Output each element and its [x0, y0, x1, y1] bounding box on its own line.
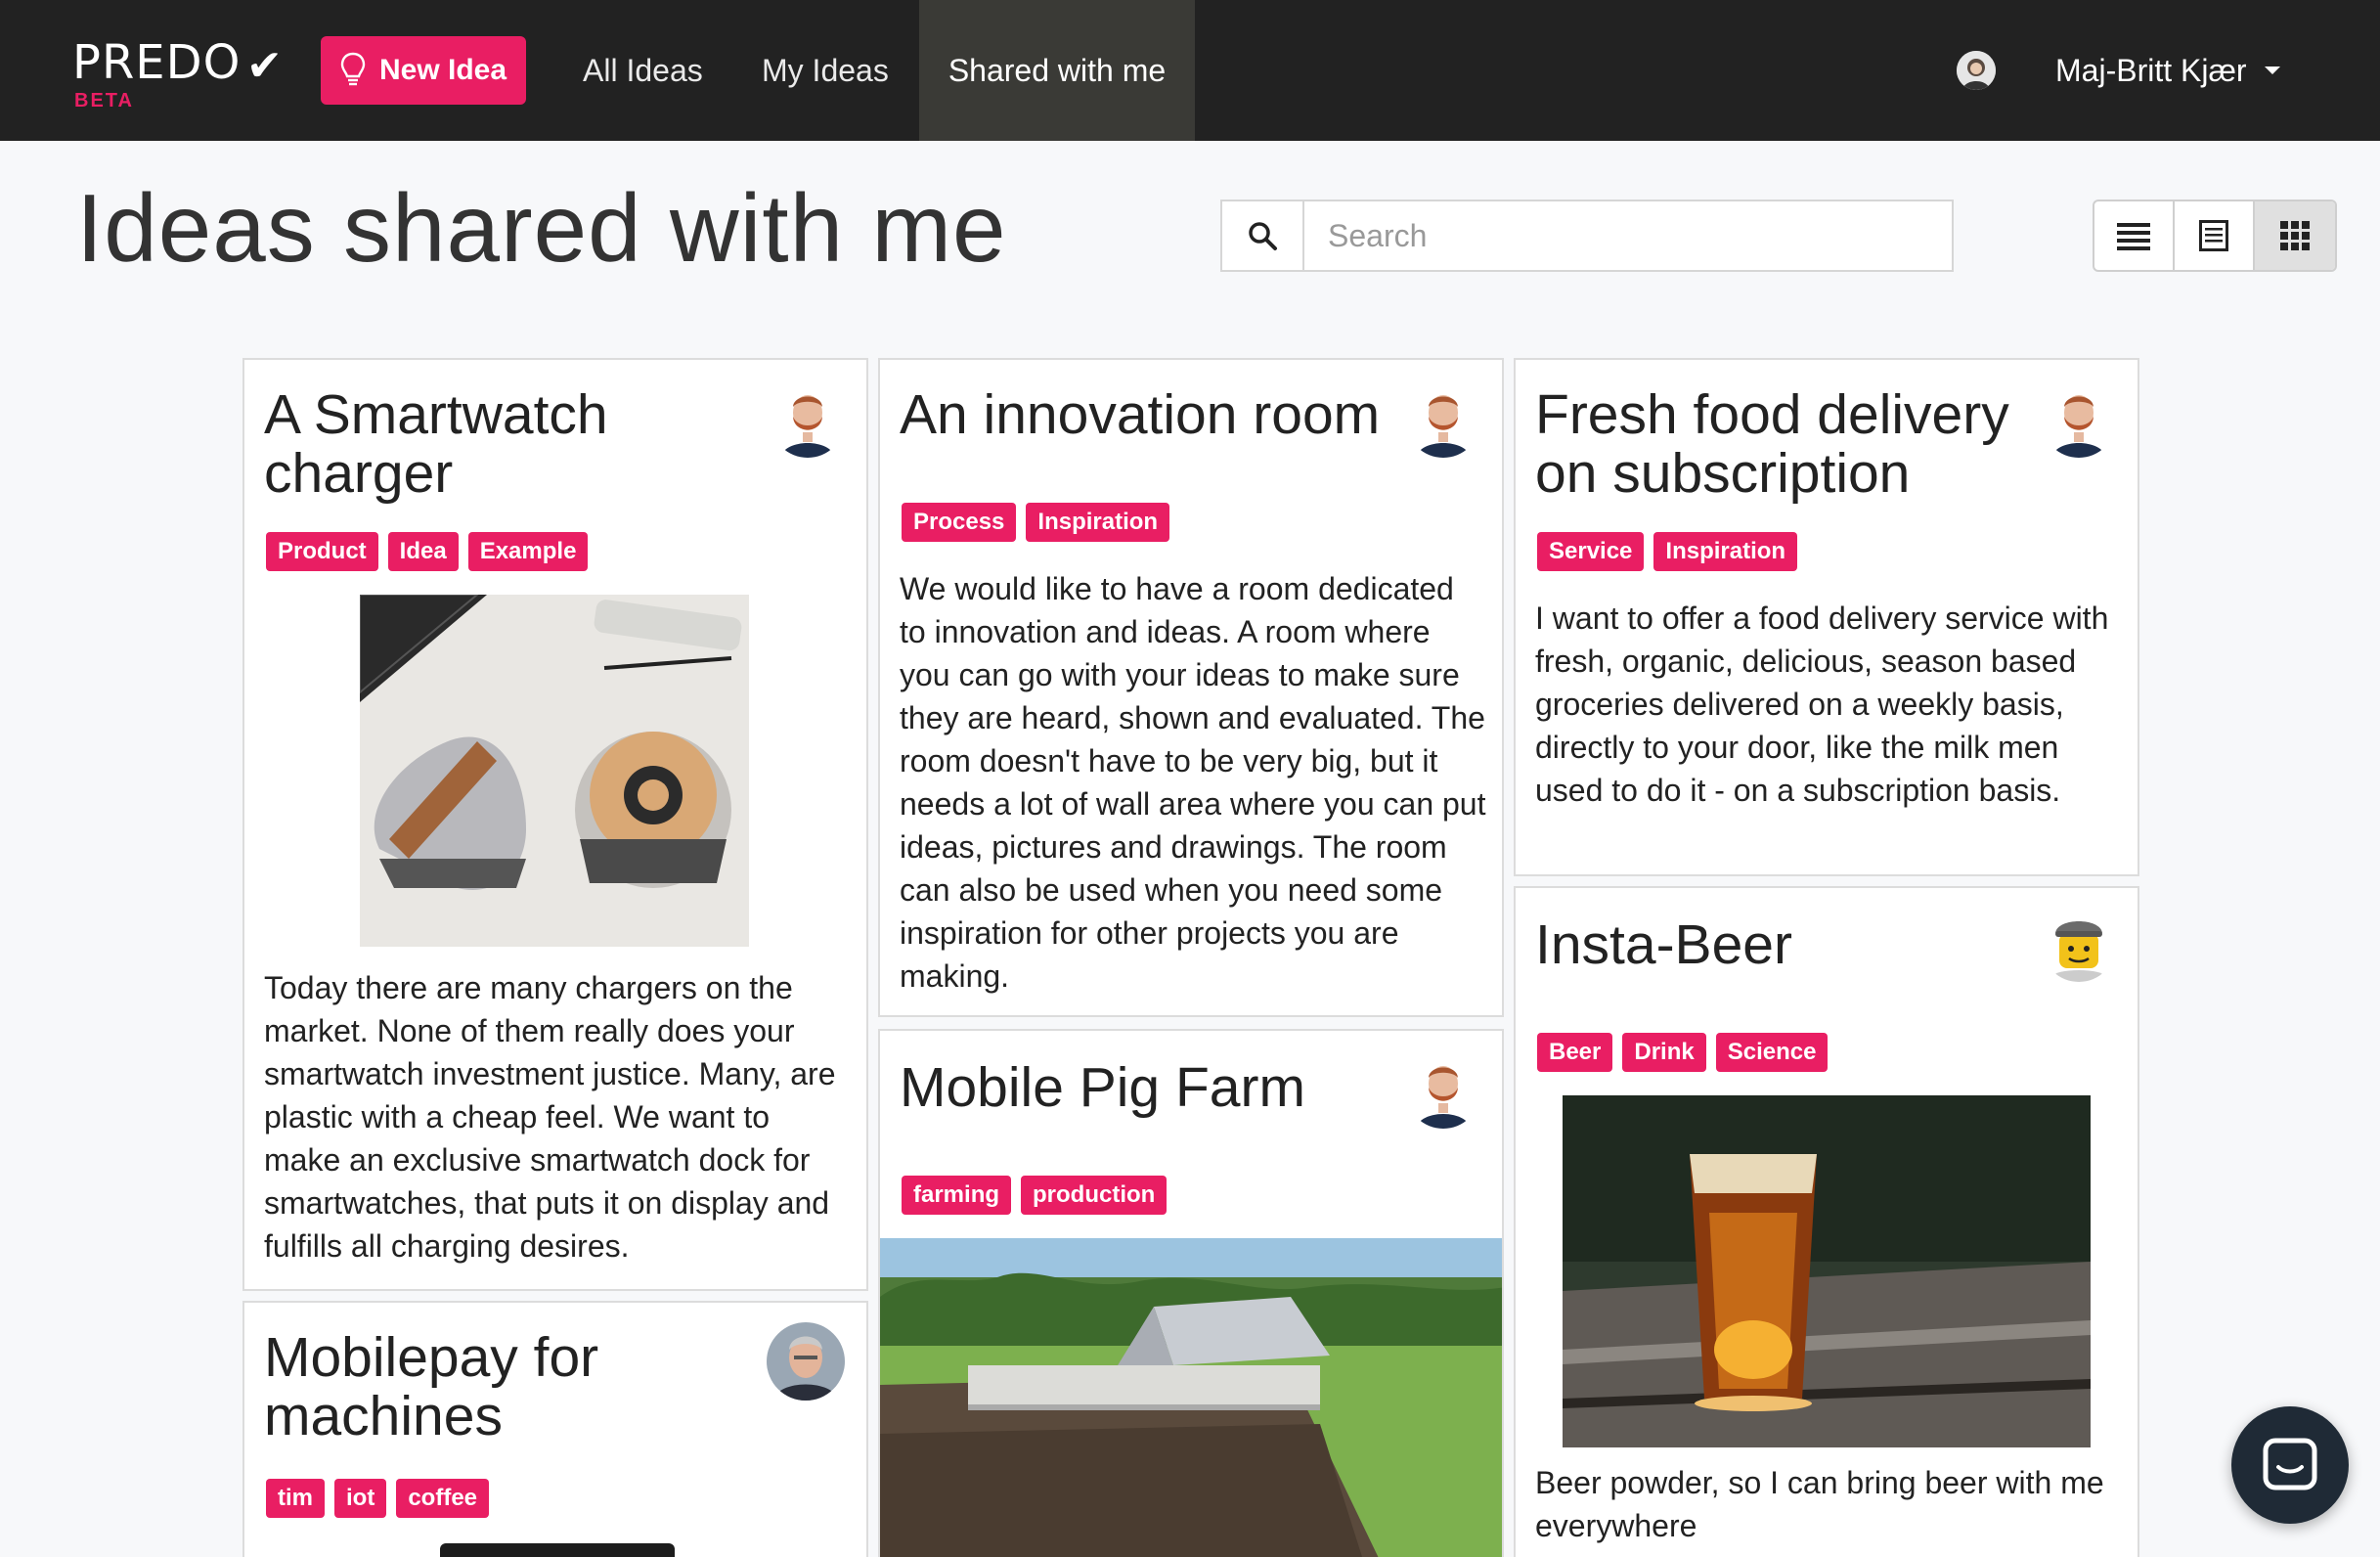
detail-list-icon — [2199, 220, 2228, 251]
logo-text: PREDO — [72, 35, 242, 90]
beta-badge: BETA — [74, 90, 134, 111]
idea-image[interactable] — [1563, 1095, 2091, 1447]
nav-shared-with-me[interactable]: Shared with me — [919, 0, 1195, 141]
nav-all-ideas[interactable]: All Ideas — [583, 0, 703, 141]
tag-list: farming production — [902, 1176, 1168, 1216]
idea-title[interactable]: Fresh food delivery on subscription — [1535, 385, 2044, 504]
author-avatar[interactable] — [1406, 383, 1480, 458]
author-avatar[interactable] — [767, 1322, 845, 1401]
search-box — [1220, 200, 1954, 272]
idea-image[interactable] — [360, 595, 749, 947]
user-menu[interactable]: Maj-Britt Kjær — [2055, 0, 2280, 141]
tag[interactable]: Inspiration — [1653, 532, 1798, 572]
list-view-button[interactable] — [2094, 201, 2175, 270]
idea-title[interactable]: A Smartwatch charger — [264, 385, 753, 504]
page-title: Ideas shared with me — [76, 174, 1007, 282]
tag[interactable]: Beer — [1537, 1033, 1613, 1073]
idea-card[interactable]: Mobilepay for machines tim iot coffee — [242, 1301, 868, 1557]
detail-view-button[interactable] — [2175, 201, 2255, 270]
idea-title[interactable]: Insta-Beer — [1535, 915, 2044, 975]
idea-title[interactable]: Mobilepay for machines — [264, 1328, 753, 1446]
idea-image[interactable] — [880, 1238, 1502, 1557]
tag[interactable]: Inspiration — [1026, 503, 1170, 543]
tag[interactable]: Drink — [1622, 1033, 1706, 1073]
idea-description: We would like to have a room dedicated t… — [900, 571, 1486, 994]
checkmark-icon: ✔ — [246, 42, 283, 90]
search-button[interactable] — [1222, 201, 1304, 270]
predo-logo[interactable]: PREDO ✔ BETA — [72, 39, 283, 111]
idea-description: I want to offer a food delivery service … — [1535, 601, 2109, 808]
idea-image[interactable] — [440, 1543, 675, 1557]
idea-description: Beer powder, so I can bring beer with me… — [1535, 1465, 2104, 1543]
nav-my-ideas[interactable]: My Ideas — [762, 0, 889, 141]
author-avatar[interactable] — [771, 383, 845, 458]
tag[interactable]: Science — [1715, 1033, 1829, 1073]
top-navbar: PREDO ✔ BETA New Idea All Ideas My Ideas… — [0, 0, 2380, 141]
view-toggle-group — [2093, 200, 2337, 272]
tag[interactable]: Example — [467, 532, 589, 572]
idea-card[interactable]: Fresh food delivery on subscription Serv… — [1514, 358, 2139, 876]
new-idea-button[interactable]: New Idea — [321, 36, 526, 105]
tag[interactable]: coffee — [396, 1479, 490, 1519]
tag-list: Product Idea Example — [266, 532, 589, 572]
tag-list: Process Inspiration — [902, 503, 1170, 543]
idea-title[interactable]: Mobile Pig Farm — [900, 1058, 1408, 1118]
tag[interactable]: farming — [902, 1176, 1012, 1216]
user-avatar[interactable] — [1957, 51, 1996, 90]
tag-list: Beer Drink Science — [1537, 1033, 1829, 1073]
idea-description: Today there are many chargers on the mar… — [264, 970, 836, 1264]
idea-card[interactable]: An innovation room Process Inspiration W… — [878, 358, 1504, 1017]
list-icon — [2117, 223, 2150, 250]
tag[interactable]: Idea — [387, 532, 459, 572]
tag[interactable]: tim — [266, 1479, 325, 1519]
tag[interactable]: production — [1021, 1176, 1168, 1216]
idea-card[interactable]: Insta-Beer Beer Drink Science Beer powde… — [1514, 886, 2139, 1557]
author-avatar[interactable] — [1406, 1054, 1480, 1129]
tag[interactable]: iot — [334, 1479, 387, 1519]
author-avatar[interactable] — [2042, 383, 2116, 458]
user-name: Maj-Britt Kjær — [2055, 52, 2247, 88]
tag-list: tim iot coffee — [266, 1479, 490, 1519]
tag-list: Service Inspiration — [1537, 532, 1798, 572]
grid-icon — [2280, 221, 2310, 250]
idea-card[interactable]: A Smartwatch charger Product Idea Exampl… — [242, 358, 868, 1291]
chat-icon — [2263, 1438, 2317, 1490]
search-input[interactable] — [1304, 201, 1952, 270]
idea-title[interactable]: An innovation room — [900, 385, 1408, 445]
tag[interactable]: Process — [902, 503, 1017, 543]
idea-card[interactable]: Mobile Pig Farm farming production — [878, 1029, 1504, 1557]
search-icon — [1249, 222, 1277, 250]
caret-down-icon — [2264, 67, 2280, 74]
tag[interactable]: Product — [266, 532, 378, 572]
grid-view-button[interactable] — [2255, 201, 2335, 270]
author-avatar[interactable] — [2042, 908, 2116, 982]
lightbulb-icon — [340, 52, 366, 89]
chat-launcher-button[interactable] — [2231, 1406, 2349, 1524]
tag[interactable]: Service — [1537, 532, 1645, 572]
new-idea-label: New Idea — [378, 54, 507, 86]
